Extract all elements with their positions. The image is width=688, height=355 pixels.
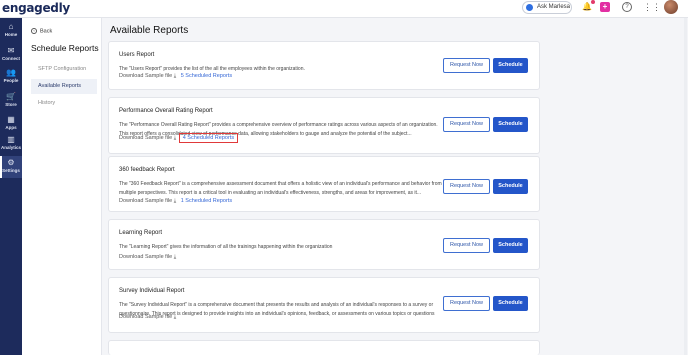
report-links: Download Sample file ⤓ 5 Scheduled Repor… <box>119 73 232 80</box>
download-sample-label: Download Sample file <box>119 73 173 79</box>
request-now-button[interactable]: Request Now <box>443 58 490 73</box>
page-title: Available Reports <box>110 25 189 36</box>
schedule-button[interactable]: Schedule <box>493 58 528 73</box>
scheduled-reports-link[interactable]: 4 Scheduled Reports <box>178 133 239 143</box>
schedule-button[interactable]: Schedule <box>493 117 528 132</box>
report-links: Download Sample file ⤓ 1 Scheduled Repor… <box>119 198 232 205</box>
sidebar-item-sftp-configuration[interactable]: SFTP Configuration <box>31 62 97 77</box>
nav-analytics[interactable]: ▥ Analytics <box>0 133 22 155</box>
request-now-button[interactable]: Request Now <box>443 296 490 311</box>
report-card-users: Users Report The "Users Report" provides… <box>108 41 540 90</box>
nav-analytics-label: Analytics <box>0 145 21 150</box>
nav-people-label: People <box>3 78 19 83</box>
ask-assistant-button[interactable]: Ask Marlesa <box>522 1 572 14</box>
download-sample-link[interactable]: Download Sample file ⤓ <box>119 198 176 204</box>
engagedly-logo[interactable]: engagedly <box>2 1 70 15</box>
report-card-survey-individual: Survey Individual Report The "Survey Ind… <box>108 277 540 333</box>
download-sample-link[interactable]: Download Sample file ⤓ <box>119 73 176 79</box>
report-description: The "Learning Report" gives the informat… <box>119 244 333 250</box>
report-card-performance-overall-rating: Performance Overall Rating Report The "P… <box>108 97 540 154</box>
settings-icon: ⚙ <box>7 158 15 167</box>
schedule-reports-sidebar: ‹ Back Schedule Reports SFTP Configuratio… <box>22 18 102 355</box>
back-label: Back <box>40 28 53 35</box>
download-icon: ⤓ <box>173 254 177 260</box>
left-nav: ⌂ Home ✉ Connect 👥 People 🛒 Store ▦ Apps… <box>0 18 22 355</box>
report-title: 360 feedback Report <box>119 167 175 173</box>
download-sample-label: Download Sample file <box>119 254 173 260</box>
download-icon: ⤓ <box>173 198 177 204</box>
nav-settings-label: Settings <box>2 168 20 173</box>
sidebar-item-history[interactable]: History <box>31 96 97 111</box>
report-links: Download Sample file ⤓ <box>119 254 176 261</box>
report-description: The "360 Feedback Report" is a comprehen… <box>119 181 442 196</box>
sidebar-title: Schedule Reports <box>31 43 99 53</box>
avatar[interactable] <box>664 0 678 14</box>
nav-connect-label: Connect <box>2 56 20 61</box>
report-card-360-feedback: 360 feedback Report The "360 Feedback Re… <box>108 156 540 212</box>
nav-people[interactable]: 👥 People <box>0 66 22 88</box>
request-now-button[interactable]: Request Now <box>443 117 490 132</box>
back-arrow-icon: ‹ <box>31 28 37 34</box>
report-links: Download Sample file ⤓ 4 Scheduled Repor… <box>119 133 239 143</box>
nav-home-label: Home <box>4 32 18 37</box>
nav-apps-label: Apps <box>5 125 17 130</box>
download-sample-link[interactable]: Download Sample file ⤓ <box>119 135 176 141</box>
scrollbar[interactable] <box>684 18 687 355</box>
download-sample-label: Download Sample file <box>119 198 173 204</box>
store-icon: 🛒 <box>6 92 16 101</box>
connect-icon: ✉ <box>7 46 15 55</box>
nav-store[interactable]: 🛒 Store <box>0 90 22 112</box>
sidebar-item-available-reports[interactable]: Available Reports <box>31 79 97 94</box>
report-card-learning: Learning Report The "Learning Report" gi… <box>108 219 540 270</box>
report-title: Users Report <box>119 52 155 58</box>
schedule-button[interactable]: Schedule <box>493 179 528 194</box>
download-icon: ⤓ <box>173 73 177 79</box>
report-links: Download Sample file ⤓ <box>119 314 176 321</box>
nav-apps[interactable]: ▦ Apps <box>0 113 22 135</box>
nav-store-label: Store <box>5 102 17 107</box>
schedule-button[interactable]: Schedule <box>493 296 528 311</box>
apps-icon: ▦ <box>7 115 15 124</box>
home-icon: ⌂ <box>8 22 14 31</box>
top-bar: engagedly Ask Marlesa 🔔 + ? ⋮⋮ <box>0 0 688 18</box>
notification-badge <box>591 0 595 4</box>
people-icon: 👥 <box>6 68 16 77</box>
download-icon: ⤓ <box>173 314 177 320</box>
report-title: Performance Overall Rating Report <box>119 108 213 114</box>
scheduled-reports-link[interactable]: 1 Scheduled Reports <box>181 198 232 204</box>
schedule-button[interactable]: Schedule <box>493 238 528 253</box>
download-sample-link[interactable]: Download Sample file ⤓ <box>119 314 176 320</box>
request-now-button[interactable]: Request Now <box>443 238 490 253</box>
bell-icon[interactable]: 🔔 <box>582 0 595 12</box>
analytics-icon: ▥ <box>7 135 15 144</box>
report-card-partial <box>108 340 540 355</box>
nav-connect[interactable]: ✉ Connect <box>0 44 22 66</box>
request-now-button[interactable]: Request Now <box>443 179 490 194</box>
report-title: Learning Report <box>119 230 163 236</box>
download-sample-label: Download Sample file <box>119 314 173 320</box>
nav-settings[interactable]: ⚙ Settings <box>0 156 22 178</box>
report-title: Survey Individual Report <box>119 288 185 294</box>
assistant-icon <box>526 4 533 11</box>
apps-grid-icon[interactable]: ⋮⋮ <box>643 2 661 12</box>
help-icon[interactable]: ? <box>622 2 632 12</box>
download-icon: ⤓ <box>173 135 177 141</box>
ask-label: Ask Marlesa <box>537 4 571 10</box>
back-button[interactable]: ‹ Back <box>31 28 52 34</box>
scheduled-reports-link[interactable]: 5 Scheduled Reports <box>181 73 232 79</box>
plus-icon[interactable]: + <box>600 2 610 12</box>
download-sample-label: Download Sample file <box>119 135 173 141</box>
nav-home[interactable]: ⌂ Home <box>0 20 22 42</box>
download-sample-link[interactable]: Download Sample file ⤓ <box>119 254 176 260</box>
